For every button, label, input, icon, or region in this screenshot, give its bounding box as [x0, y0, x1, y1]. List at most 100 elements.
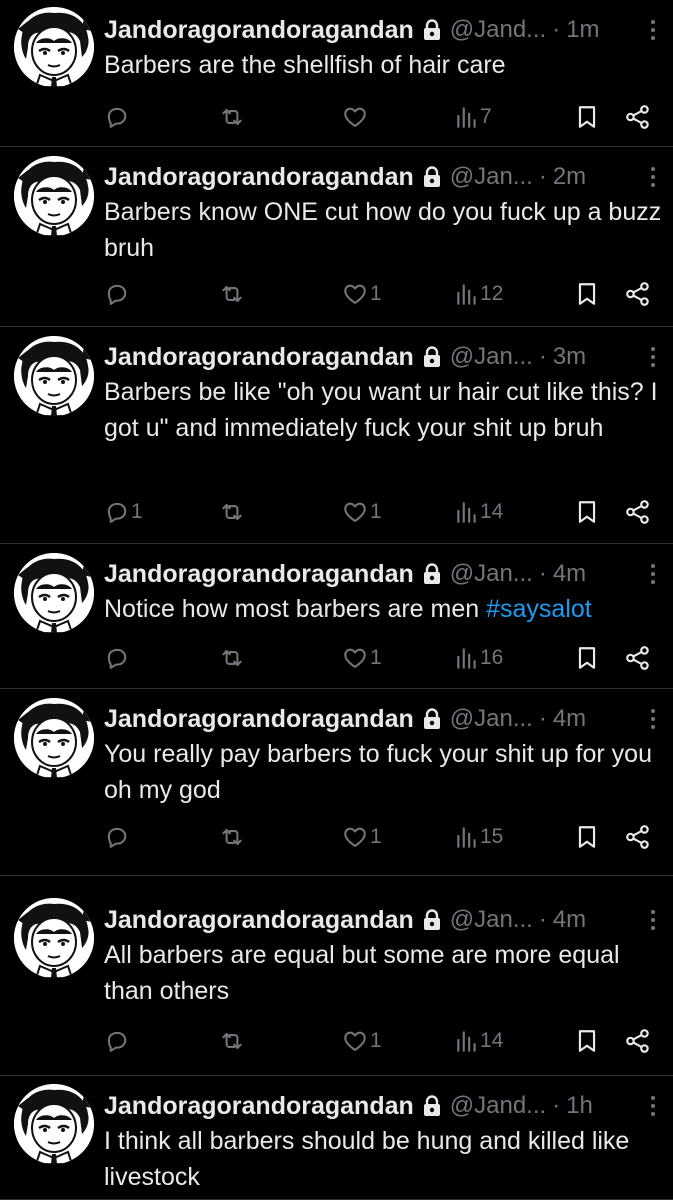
user-handle[interactable]: @Jan... — [450, 343, 533, 371]
tweet-header: Jandoragorandoragandan @Jan... · 2m — [104, 161, 659, 193]
display-name[interactable]: Jandoragorandoragandan — [104, 705, 414, 734]
share-button[interactable] — [624, 817, 652, 857]
timestamp[interactable]: 4m — [553, 705, 586, 733]
user-handle[interactable]: @Jan... — [450, 906, 533, 934]
repost-button[interactable] — [218, 1021, 247, 1061]
tweet[interactable]: Jandoragorandoragandan @Jan... · 4m Notice h… — [0, 544, 673, 689]
like-button[interactable]: 1 — [341, 1021, 382, 1061]
reply-button[interactable]: 1 — [104, 492, 143, 532]
timestamp[interactable]: 3m — [553, 343, 586, 371]
tweet-text: Barbers know ONE cut how do you fuck up … — [104, 195, 663, 266]
lock-icon — [422, 563, 442, 585]
views-button[interactable]: 7 — [455, 97, 492, 137]
reply-button[interactable] — [104, 638, 131, 678]
reply-button[interactable] — [104, 817, 131, 857]
display-name[interactable]: Jandoragorandoragandan — [104, 906, 414, 935]
repost-button[interactable] — [218, 97, 247, 137]
avatar[interactable] — [14, 7, 94, 87]
separator-dot: · — [538, 343, 547, 370]
heart-icon — [341, 824, 369, 850]
avatar[interactable] — [14, 698, 94, 778]
display-name[interactable]: Jandoragorandoragandan — [104, 16, 414, 45]
timestamp[interactable]: 2m — [553, 163, 586, 191]
tweet[interactable]: Jandoragorandoragandan @Jan... · 3m Barbers … — [0, 327, 673, 544]
lock-icon — [422, 346, 442, 368]
avatar[interactable] — [14, 898, 94, 978]
avatar[interactable] — [14, 156, 94, 236]
repost-button[interactable] — [218, 492, 247, 532]
timestamp[interactable]: 1m — [566, 16, 599, 44]
more-icon[interactable] — [649, 347, 657, 367]
share-button[interactable] — [624, 1021, 652, 1061]
display-name[interactable]: Jandoragorandoragandan — [104, 1092, 414, 1121]
bookmark-icon — [576, 281, 598, 307]
user-handle[interactable]: @Jand... — [450, 1092, 546, 1120]
tweet[interactable]: Jandoragorandoragandan @Jand... · 1h I think… — [0, 1076, 673, 1200]
like-button[interactable]: 1 — [341, 492, 382, 532]
avatar[interactable] — [14, 336, 94, 416]
tweet[interactable]: Jandoragorandoragandan @Jan... · 4m All barb… — [0, 876, 673, 1076]
repost-button[interactable] — [218, 274, 247, 314]
repost-button[interactable] — [218, 638, 247, 678]
user-handle[interactable]: @Jan... — [450, 163, 533, 191]
more-icon[interactable] — [649, 564, 657, 584]
tweet-header: Jandoragorandoragandan @Jan... · 4m — [104, 703, 659, 735]
reply-icon — [104, 824, 130, 850]
timestamp[interactable]: 4m — [553, 906, 586, 934]
tweet[interactable]: Jandoragorandoragandan @Jand... · 1m Barbers… — [0, 0, 673, 147]
like-button[interactable]: 1 — [341, 274, 382, 314]
share-icon — [624, 104, 652, 130]
repost-icon — [218, 645, 246, 671]
share-button[interactable] — [624, 97, 652, 137]
bookmark-button[interactable] — [576, 97, 598, 137]
display-name[interactable]: Jandoragorandoragandan — [104, 343, 414, 372]
views-icon — [455, 281, 479, 307]
views-count: 15 — [480, 825, 504, 848]
share-button[interactable] — [624, 274, 652, 314]
avatar[interactable] — [14, 553, 94, 633]
like-button[interactable]: 1 — [341, 638, 382, 678]
reply-button[interactable] — [104, 1021, 131, 1061]
reply-button[interactable] — [104, 97, 131, 137]
bookmark-button[interactable] — [576, 274, 598, 314]
timestamp[interactable]: 1h — [566, 1092, 593, 1120]
tweet[interactable]: Jandoragorandoragandan @Jan... · 2m Barbers … — [0, 147, 673, 327]
lock-icon — [422, 909, 442, 931]
user-handle[interactable]: @Jan... — [450, 705, 533, 733]
repost-button[interactable] — [218, 817, 247, 857]
tweet-body: All barbers are equal but some are more … — [104, 941, 620, 1005]
share-button[interactable] — [624, 638, 652, 678]
user-handle[interactable]: @Jand... — [450, 16, 546, 44]
more-icon[interactable] — [649, 20, 657, 40]
replies-count: 1 — [131, 500, 143, 523]
timestamp[interactable]: 4m — [553, 560, 586, 588]
hashtag-link[interactable]: #saysalot — [486, 595, 592, 623]
action-bar: 1 15 — [0, 817, 673, 857]
avatar[interactable] — [14, 1084, 94, 1164]
share-button[interactable] — [624, 492, 652, 532]
like-button[interactable]: 1 — [341, 817, 382, 857]
more-icon[interactable] — [649, 910, 657, 930]
like-button[interactable] — [341, 97, 370, 137]
views-button[interactable]: 14 — [455, 492, 503, 532]
reply-icon — [104, 281, 130, 307]
reply-button[interactable] — [104, 274, 131, 314]
user-handle[interactable]: @Jan... — [450, 560, 533, 588]
heart-icon — [341, 1028, 369, 1054]
display-name[interactable]: Jandoragorandoragandan — [104, 560, 414, 589]
more-icon[interactable] — [649, 167, 657, 187]
bookmark-button[interactable] — [576, 492, 598, 532]
bookmark-button[interactable] — [576, 817, 598, 857]
views-button[interactable]: 14 — [455, 1021, 503, 1061]
bookmark-button[interactable] — [576, 1021, 598, 1061]
display-name[interactable]: Jandoragorandoragandan — [104, 163, 414, 192]
share-icon — [624, 824, 652, 850]
views-icon — [455, 104, 479, 130]
more-icon[interactable] — [649, 709, 657, 729]
views-button[interactable]: 15 — [455, 817, 503, 857]
tweet[interactable]: Jandoragorandoragandan @Jan... · 4m You real… — [0, 689, 673, 876]
bookmark-button[interactable] — [576, 638, 598, 678]
more-icon[interactable] — [649, 1096, 657, 1116]
views-button[interactable]: 16 — [455, 638, 503, 678]
views-button[interactable]: 12 — [455, 274, 503, 314]
